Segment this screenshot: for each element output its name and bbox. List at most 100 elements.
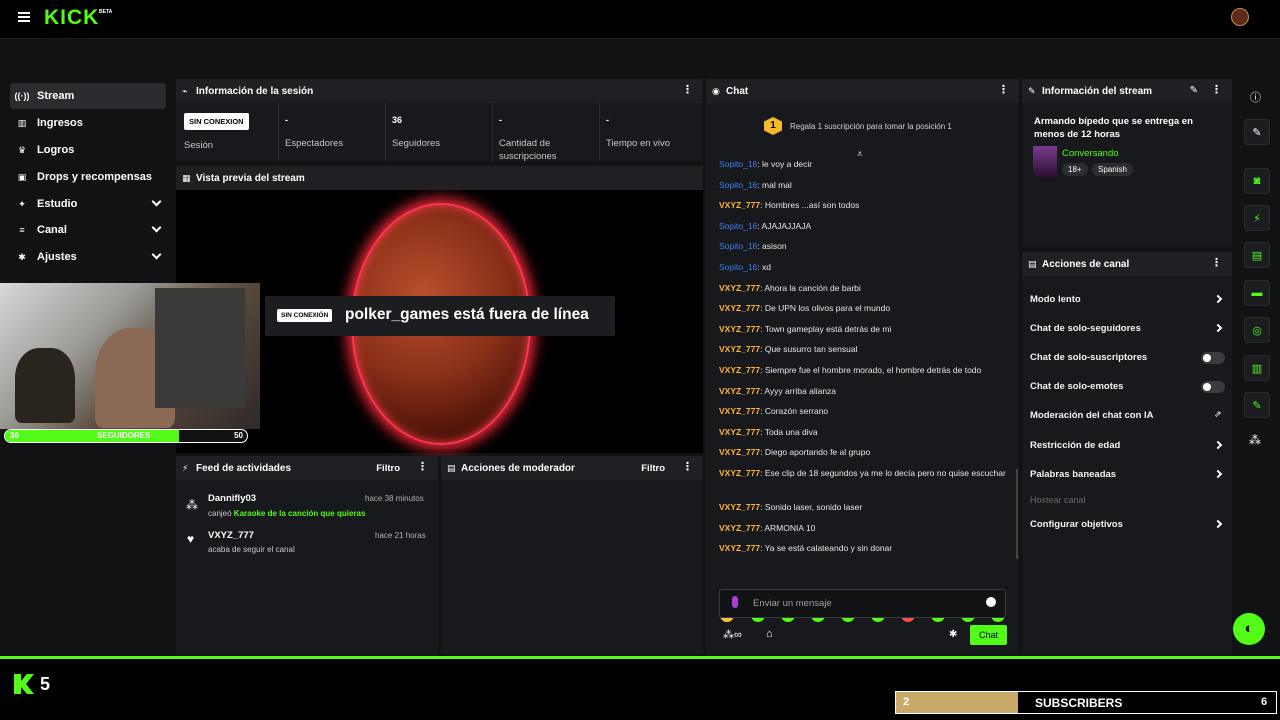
- kebab-menu-icon[interactable]: ⋮: [682, 85, 693, 96]
- studio-icon: ✦: [18, 198, 26, 209]
- chat-input[interactable]: Enviar un mensaje: [719, 589, 1006, 618]
- chat-username[interactable]: VXYZ_777: [719, 468, 760, 478]
- shelf: [155, 288, 245, 408]
- info-icon[interactable]: ⓘ: [1250, 89, 1261, 105]
- brand-count: 5: [40, 674, 51, 694]
- channel-action-item[interactable]: Configurar objetivos: [1030, 519, 1123, 530]
- community-icon[interactable]: ⁂: [1249, 433, 1261, 447]
- sidebar-item-logros[interactable]: ♛ Logros: [10, 137, 166, 163]
- sidebar-item-label: Stream: [37, 90, 75, 102]
- chat-username[interactable]: Sopito_16: [719, 159, 757, 169]
- chat-text: : Toda una diva: [760, 426, 818, 437]
- chevron-down-icon[interactable]: [151, 249, 162, 260]
- heart-icon: ♥: [187, 532, 195, 546]
- kebab-menu-icon[interactable]: ⋮: [682, 462, 693, 473]
- kebab-menu-icon[interactable]: ⋮: [998, 85, 1009, 96]
- filter-button[interactable]: Filtro: [641, 463, 665, 474]
- channel-action-item[interactable]: Chat de solo-emotes: [1030, 381, 1123, 392]
- chat-username[interactable]: Sopito_16: [719, 221, 757, 231]
- edit-icon[interactable]: ✎: [1190, 85, 1198, 96]
- mod-title: Acciones de moderador: [461, 462, 575, 474]
- activity-detail: canjeó Karaoke de la canción que quieras: [208, 509, 365, 518]
- chat-username[interactable]: Sopito_16: [719, 241, 757, 251]
- chat-username[interactable]: VXYZ_777: [719, 523, 760, 533]
- session-panel-title: ⌁ Información de la sesión ⋮: [176, 79, 703, 103]
- menu-icon[interactable]: [18, 12, 30, 22]
- bottom-accent-line: [0, 656, 1280, 659]
- camera-icon[interactable]: ◙: [1244, 168, 1270, 194]
- kebab-menu-icon[interactable]: ⋮: [1211, 258, 1222, 269]
- chat-panel-title: ◉ Chat ⋮: [706, 79, 1019, 103]
- community-icon[interactable]: ⁂∞: [723, 628, 742, 641]
- chat-username[interactable]: VXYZ_777: [719, 324, 760, 334]
- chat-username[interactable]: VXYZ_777: [719, 283, 760, 293]
- chat-scrollbar[interactable]: [1016, 469, 1018, 559]
- gift-prompt[interactable]: Regala 1 suscripción para tomar la posic…: [790, 122, 952, 131]
- edit-mode-icon[interactable]: ✎: [1244, 119, 1270, 145]
- chat-username[interactable]: VXYZ_777: [719, 200, 760, 210]
- chat-message: VXYZ_777: Que susurro tan sensual: [719, 342, 1011, 356]
- category-thumbnail[interactable]: [1033, 146, 1057, 177]
- kick-logo[interactable]: KICK: [44, 6, 99, 30]
- user-avatar[interactable]: [1231, 8, 1249, 26]
- sidebar-item-drops[interactable]: ▣ Drops y recompensas: [10, 164, 166, 190]
- chat-username[interactable]: VXYZ_777: [719, 427, 760, 437]
- chat-message: VXYZ_777: Diego aportando fe al grupo: [719, 445, 1011, 459]
- chat-icon[interactable]: ▬: [1244, 280, 1270, 306]
- chat-text: : Ya se está calateando y sin donar: [760, 543, 893, 554]
- support-headset-icon[interactable]: ◐: [1233, 613, 1265, 645]
- channel-action-item[interactable]: Modo lento: [1030, 294, 1081, 305]
- chat-username[interactable]: VXYZ_777: [719, 303, 760, 313]
- chat-message: VXYZ_777: Siempre fue el hombre morado, …: [719, 363, 1011, 377]
- stream-info-heading: Información del stream: [1042, 85, 1153, 97]
- channel-action-item[interactable]: Chat de solo-seguidores: [1030, 323, 1141, 334]
- sidebar-item-label: Estudio: [37, 198, 78, 210]
- lightning-icon[interactable]: ⚡: [1244, 205, 1270, 231]
- filter-button[interactable]: Filtro: [376, 463, 400, 474]
- store-icon[interactable]: ⌂: [766, 628, 773, 640]
- sidebar-item-canal[interactable]: ≡ Canal: [10, 217, 166, 243]
- stream-title: Armando bípedo que se entrega en menos d…: [1034, 116, 1193, 140]
- chat-username[interactable]: VXYZ_777: [719, 447, 760, 457]
- document-icon[interactable]: ▤: [1244, 242, 1270, 268]
- sidebar-item-label: Logros: [37, 144, 75, 156]
- chevron-down-icon[interactable]: [151, 222, 162, 233]
- sidebar-item-ingresos[interactable]: ▥ Ingresos: [10, 110, 166, 136]
- chevron-down-icon[interactable]: [151, 196, 162, 207]
- channel-action-item[interactable]: Moderación del chat con IA: [1030, 410, 1154, 421]
- activity-user[interactable]: VXYZ_777: [208, 530, 254, 541]
- send-chat-button[interactable]: Chat: [970, 625, 1007, 645]
- broadcast-icon[interactable]: ◎: [1244, 317, 1270, 343]
- chat-username[interactable]: Sopito_16: [719, 180, 757, 190]
- toggle-switch[interactable]: [1201, 381, 1225, 393]
- sidebar-item-label: Drops y recompensas: [37, 171, 152, 183]
- chat-username[interactable]: VXYZ_777: [719, 502, 760, 512]
- emoji-icon[interactable]: [986, 597, 996, 607]
- chat-text: : xd: [757, 262, 771, 272]
- mic-icon[interactable]: [732, 596, 738, 608]
- channel-action-item[interactable]: Restricción de edad: [1030, 440, 1120, 451]
- chat-username[interactable]: VXYZ_777: [719, 386, 760, 396]
- chat-username[interactable]: VXYZ_777: [719, 543, 760, 553]
- activity-user[interactable]: Dannifly03: [208, 493, 256, 504]
- chat-settings-icon[interactable]: ✱: [949, 629, 957, 640]
- category-name[interactable]: Conversando: [1062, 148, 1119, 159]
- chat-username[interactable]: VXYZ_777: [719, 365, 760, 375]
- external-link-icon[interactable]: ⇗: [1214, 409, 1222, 420]
- wrench-icon[interactable]: ✎: [1244, 392, 1270, 418]
- kebab-menu-icon[interactable]: ⋮: [1211, 85, 1222, 96]
- chat-username[interactable]: Sopito_16: [719, 262, 757, 272]
- chat-message: VXYZ_777: Ahora la canción de barbi: [719, 281, 1011, 295]
- sidebar-item-stream[interactable]: ((·)) Stream: [10, 83, 166, 109]
- stat-value: 36: [392, 115, 403, 125]
- toggle-switch[interactable]: [1201, 352, 1225, 364]
- chat-message: Sopito_16: asison: [719, 239, 1011, 253]
- chat-username[interactable]: VXYZ_777: [719, 406, 760, 416]
- sidebar-item-ajustes[interactable]: ✱ Ajustes: [10, 244, 166, 270]
- layout-icon[interactable]: ▥: [1244, 355, 1270, 381]
- channel-action-item[interactable]: Chat de solo-suscriptores: [1030, 352, 1147, 363]
- channel-action-item[interactable]: Palabras baneadas: [1030, 469, 1116, 480]
- kebab-menu-icon[interactable]: ⋮: [417, 462, 428, 473]
- chat-username[interactable]: VXYZ_777: [719, 344, 760, 354]
- sidebar-item-estudio[interactable]: ✦ Estudio: [10, 191, 166, 217]
